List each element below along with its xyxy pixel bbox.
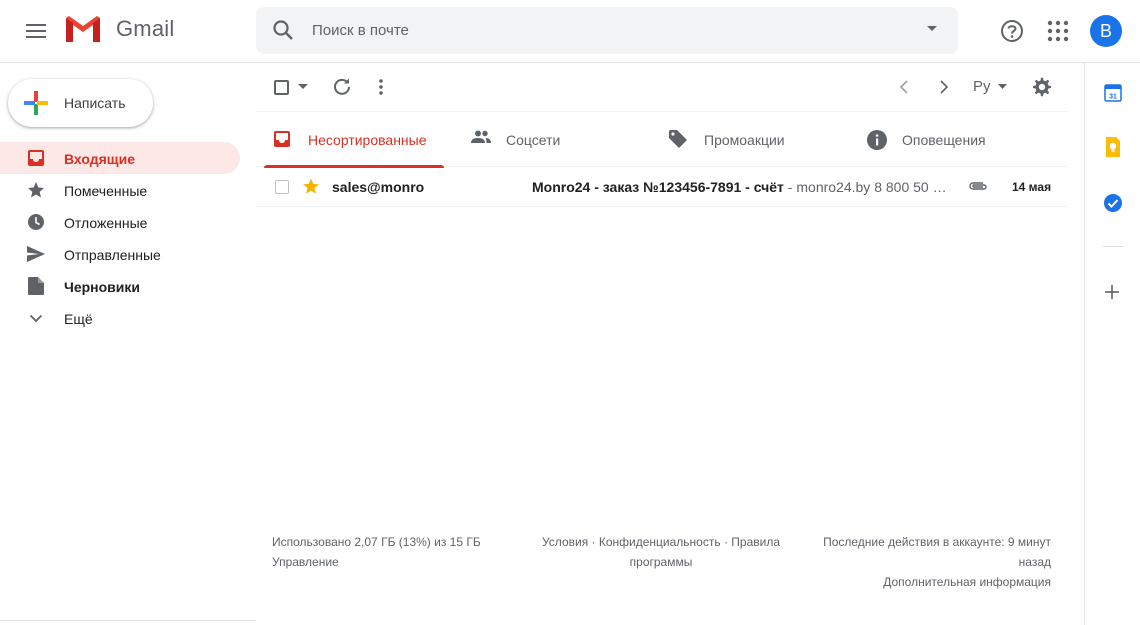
- terms-link[interactable]: Условия: [542, 535, 588, 549]
- sidebar-item-inbox[interactable]: Входящие: [0, 142, 240, 174]
- email-sender: sales@monro: [332, 179, 425, 195]
- app-name: Gmail: [116, 16, 175, 41]
- tab-label: Несортированные: [308, 132, 427, 148]
- get-addons-plus-icon[interactable]: [1104, 284, 1120, 300]
- email-separator: -: [783, 179, 797, 195]
- sidebar-bottom-divider: [0, 620, 256, 621]
- keep-icon[interactable]: [1103, 137, 1123, 157]
- calendar-icon[interactable]: 31: [1103, 83, 1123, 103]
- list-toolbar: Ру: [256, 63, 1068, 111]
- footer-dot: ·: [720, 535, 732, 549]
- sidebar-item-more[interactable]: Ещё: [0, 302, 240, 334]
- input-tools-language[interactable]: Ру: [973, 78, 991, 95]
- gmail-logo[interactable]: Gmail: [64, 14, 174, 44]
- send-icon: [26, 245, 46, 263]
- side-panel: 31: [1084, 63, 1140, 625]
- sidebar-item-starred[interactable]: Помеченные: [0, 174, 240, 206]
- apps-grid-icon: [1047, 20, 1069, 42]
- chevron-left-icon[interactable]: [899, 80, 909, 94]
- last-activity: Последние действия в аккаунте: 9 минут н…: [823, 535, 1051, 569]
- clock-icon: [26, 213, 46, 231]
- more-vert-icon[interactable]: [378, 78, 384, 96]
- storage-info: Использовано 2,07 ГБ (13%) из 15 ГБ Упра…: [272, 532, 481, 572]
- refresh-icon[interactable]: [333, 78, 351, 96]
- email-select-checkbox[interactable]: [275, 180, 289, 194]
- compose-label: Написать: [64, 95, 126, 111]
- top-bar: Gmail В: [0, 0, 1140, 63]
- help-icon: [1001, 20, 1023, 42]
- email-snippet: monro24.by 8 800 50 …: [796, 179, 947, 195]
- sidebar-item-label: Входящие: [64, 151, 135, 167]
- sidebar-item-label: Отправленные: [64, 247, 161, 263]
- sidebar-item-label: Помеченные: [64, 183, 148, 199]
- account-activity: Последние действия в аккаунте: 9 минут н…: [796, 532, 1051, 592]
- storage-usage: Использовано 2,07 ГБ (13%) из 15 ГБ: [272, 535, 481, 549]
- footer-links: Условия · Конфиденциальность · Правила п…: [526, 532, 796, 572]
- hamburger-menu-icon: [26, 24, 46, 38]
- search-icon[interactable]: [272, 19, 294, 41]
- tab-updates[interactable]: Оповещения: [850, 112, 1068, 167]
- email-content: Monro24 - заказ №123456-7891 - счёт - mo…: [532, 179, 952, 195]
- tab-promotions[interactable]: Промоакции: [652, 112, 850, 167]
- gmail-m-icon: [66, 16, 100, 42]
- footer-dot: ·: [588, 535, 599, 549]
- select-options-caret-icon[interactable]: [298, 84, 308, 90]
- email-subject: Monro24 - заказ №123456-7891 - счёт: [532, 179, 784, 195]
- star-icon: [26, 181, 46, 199]
- sidebar-nav: Входящие Помеченные Отложенные Отправлен…: [0, 142, 256, 334]
- draft-icon: [26, 277, 46, 295]
- chevron-down-icon: [26, 309, 46, 327]
- help-button[interactable]: [998, 17, 1026, 50]
- star-icon[interactable]: [302, 178, 320, 195]
- sidebar-item-label: Ещё: [64, 311, 93, 327]
- sidebar-item-drafts[interactable]: Черновики: [0, 270, 240, 302]
- tag-icon: [669, 130, 687, 148]
- activity-details-link[interactable]: Дополнительная информация: [796, 572, 1051, 592]
- tab-label: Промоакции: [704, 132, 785, 148]
- tasks-icon[interactable]: [1103, 193, 1123, 213]
- email-row[interactable]: sales@monro Monro24 - заказ №123456-7891…: [256, 167, 1068, 207]
- select-all-checkbox[interactable]: [274, 80, 289, 95]
- inbox-icon: [26, 149, 46, 167]
- manage-storage-link[interactable]: Управление: [272, 552, 481, 572]
- main-menu-button[interactable]: [20, 15, 52, 47]
- google-apps-button[interactable]: [1046, 19, 1070, 48]
- sidebar-item-sent[interactable]: Отправленные: [0, 238, 240, 270]
- email-date: 14 мая: [1012, 180, 1052, 194]
- sidebar-item-label: Черновики: [64, 279, 141, 295]
- compose-plus-icon: [24, 91, 48, 115]
- input-tools-caret-icon[interactable]: [998, 84, 1007, 89]
- compose-button[interactable]: Написать: [8, 79, 153, 127]
- chevron-right-icon[interactable]: [939, 80, 949, 94]
- account-avatar[interactable]: В: [1090, 15, 1122, 47]
- tab-label: Оповещения: [902, 132, 986, 148]
- sidebar-item-snoozed[interactable]: Отложенные: [0, 206, 240, 238]
- category-tabs: Несортированные Соцсети Промоакции Опове…: [256, 111, 1068, 168]
- info-icon: [867, 130, 887, 150]
- tab-label: Соцсети: [506, 132, 561, 148]
- inbox-icon: [274, 131, 290, 147]
- search-bar: [256, 7, 958, 54]
- tab-primary[interactable]: Несортированные: [256, 112, 444, 168]
- attachment-icon: [969, 182, 987, 190]
- people-icon: [471, 130, 491, 143]
- sidebar-item-label: Отложенные: [64, 215, 148, 231]
- tab-social[interactable]: Соцсети: [454, 112, 652, 167]
- svg-text:31: 31: [1109, 94, 1117, 101]
- search-input[interactable]: [312, 7, 912, 54]
- search-options-caret-icon[interactable]: [926, 25, 938, 33]
- settings-gear-icon[interactable]: [1032, 77, 1052, 97]
- privacy-link[interactable]: Конфиденциальность: [599, 535, 721, 549]
- side-panel-divider: [1103, 246, 1123, 247]
